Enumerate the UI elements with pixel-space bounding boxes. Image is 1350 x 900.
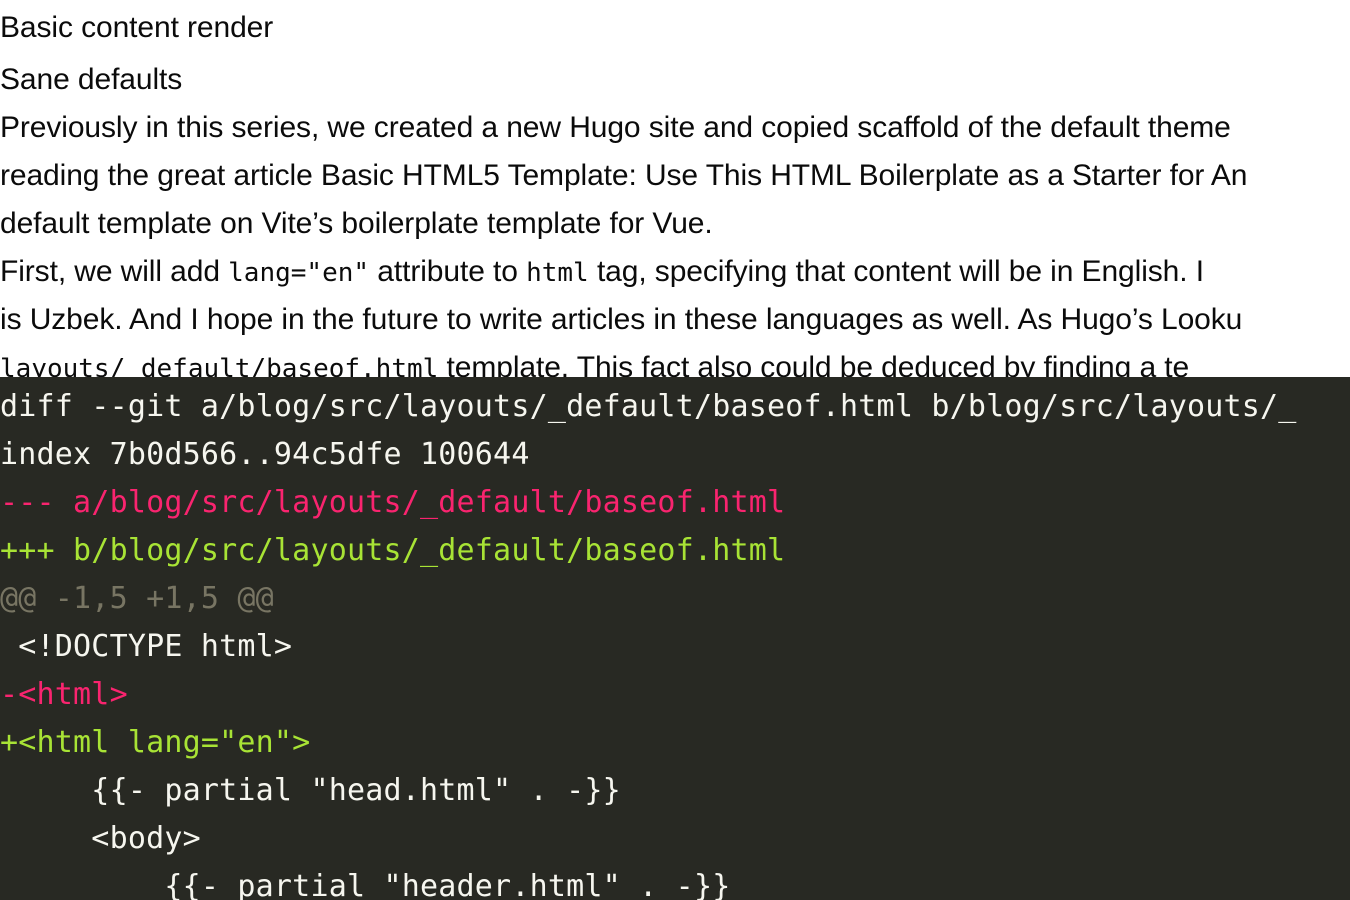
- prose-text: tag, specifying that content will be in …: [588, 255, 1204, 288]
- diff-line-add: +++ b/blog/src/layouts/_default/baseof.h…: [0, 533, 786, 568]
- page-title: Basic content render: [0, 11, 274, 44]
- diff-line-plain: diff --git a/blog/src/layouts/_default/b…: [0, 389, 1297, 424]
- paragraph-line-2: reading the great article Basic HTML5 Te…: [0, 159, 1248, 192]
- diff-line-del: --- a/blog/src/layouts/_default/baseof.h…: [0, 485, 786, 520]
- diff-line-ctx: <!DOCTYPE html>: [0, 629, 293, 664]
- inline-code: lang="en": [228, 258, 370, 288]
- diff-line-ctx: {{- partial "head.html" . -}}: [0, 773, 621, 808]
- article-page: Basic content render Sane defaults Previ…: [0, 0, 1350, 900]
- diff-line-plain: index 7b0d566..94c5dfe 100644: [0, 437, 530, 472]
- prose-text: attribute to: [369, 255, 527, 288]
- diff-line-ctx: {{- partial "header.html" . -}}: [0, 869, 731, 900]
- diff-line-add: +<html lang="en">: [0, 725, 311, 760]
- inline-code: html: [526, 258, 589, 288]
- diff-line-ctx: <body>: [0, 821, 201, 856]
- prose-text: First, we will add: [0, 255, 229, 288]
- diff-line-del: -<html>: [0, 677, 128, 712]
- diff-code-block[interactable]: diff --git a/blog/src/layouts/_default/b…: [0, 377, 1350, 900]
- article-prose: Basic content render Sane defaults Previ…: [0, 0, 1350, 392]
- paragraph2-line-1: First, we will add lang="en" attribute t…: [0, 248, 1350, 296]
- section-subheading: Sane defaults: [0, 63, 183, 96]
- diff-lines-container: diff --git a/blog/src/layouts/_default/b…: [0, 383, 1350, 900]
- diff-line-meta: @@ -1,5 +1,5 @@: [0, 581, 274, 616]
- paragraph2-line-2: is Uzbek. And I hope in the future to wr…: [0, 296, 1350, 344]
- paragraph-line-3: default template on Vite’s boilerplate t…: [0, 207, 713, 240]
- prose-text: is Uzbek. And I hope in the future to wr…: [0, 303, 1243, 336]
- paragraph-line-1: Previously in this series, we created a …: [0, 111, 1231, 144]
